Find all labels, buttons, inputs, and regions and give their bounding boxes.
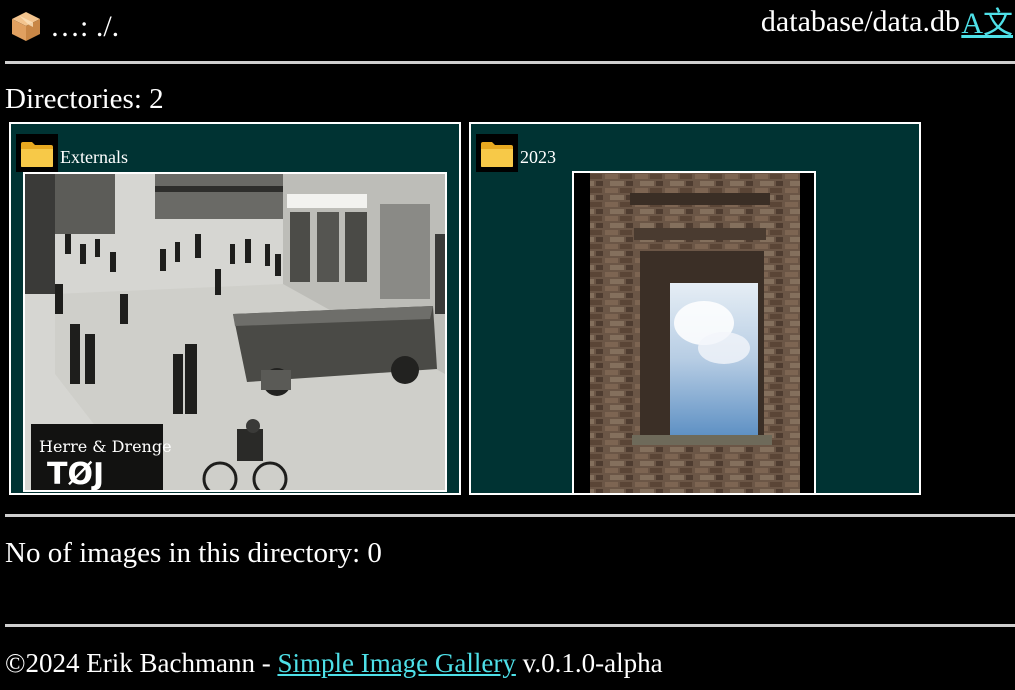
directory-label[interactable]: 2023 [520,146,556,168]
directory-card-externals[interactable]: Externals Herre & Drenge TØJ [9,122,461,495]
breadcrumb[interactable]: …: ./. [50,8,119,46]
directories-heading: Directories: 2 [5,83,164,115]
directory-label[interactable]: Externals [60,146,128,168]
svg-text:TØJ: TØJ [47,457,104,490]
project-link[interactable]: Simple Image Gallery [277,648,515,678]
folder-icon [476,134,518,172]
page: …: ./. database/data.db A文 Directories: … [0,0,1015,690]
header: …: ./. database/data.db A文 [0,0,1015,60]
header-divider [5,61,1015,64]
language-link[interactable]: A文 [961,5,1013,43]
directories-divider [5,514,1015,517]
directory-card-2023[interactable]: 2023 [469,122,921,495]
box-icon[interactable] [10,10,42,42]
copyright-text: ©2024 Erik Bachmann - [5,648,278,678]
image-count: No of images in this directory: 0 [5,537,382,569]
version-text: v.0.1.0-alpha [515,648,663,678]
database-path: database/data.db [760,5,960,38]
footer-divider [5,624,1015,627]
svg-text:Herre & Drenge: Herre & Drenge [39,437,172,456]
footer: ©2024 Erik Bachmann - Simple Image Galle… [5,645,663,681]
folder-icon [16,134,58,172]
directory-thumbnail[interactable] [572,171,816,495]
directory-thumbnail[interactable]: Herre & Drenge TØJ [23,172,447,492]
